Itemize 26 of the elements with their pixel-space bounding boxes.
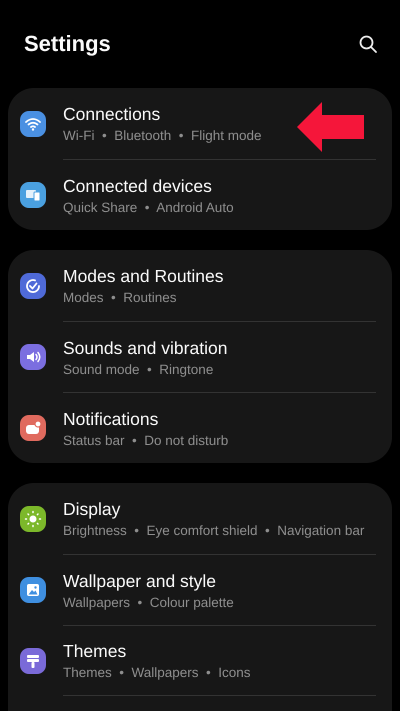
settings-item[interactable]: Wallpaper and style Wallpapers • Colour palette [20, 554, 376, 625]
settings-item[interactable]: Connections Wi-Fi • Bluetooth • Flight mode [20, 88, 376, 159]
item-subtitle: Quick Share • Android Auto [63, 200, 235, 214]
item-title: Sounds and vibration [63, 338, 228, 358]
item-subtitle: Themes • Wallpapers • Icons [63, 665, 252, 680]
item-title: Connected devices [63, 176, 213, 196]
item-title: Themes [63, 641, 128, 662]
item-subtitle: Status bar • Do not disturb [63, 432, 230, 448]
page-title: Settings [24, 31, 111, 57]
settings-item[interactable]: Display Brightness • Eye comfort shield • Navigation bar [20, 483, 376, 554]
settings-item[interactable]: Modes and Routines Modes • Routines [20, 250, 376, 321]
settings-item[interactable]: Connected devices Quick Share • Android Auto [20, 159, 376, 230]
item-title: Connections [63, 104, 162, 125]
item-subtitle: Sound mode • Ringtone [63, 362, 214, 376]
item-subtitle: Wallpapers • Colour palette [63, 594, 235, 610]
item-title: Display [63, 499, 122, 520]
item-title: Modes and Routines [63, 266, 225, 287]
search-icon[interactable] [358, 34, 378, 54]
item-title: Wallpaper and style [63, 570, 218, 592]
settings-item[interactable]: Sounds and vibration Sound mode • Ringtone [20, 321, 376, 392]
item-subtitle: Modes • Routines [63, 290, 178, 305]
item-title: Notifications [63, 408, 160, 430]
item-subtitle: Brightness • Eye comfort shield • Navigation bar [63, 523, 366, 538]
settings-item[interactable]: Notifications Status bar • Do not disturb [20, 392, 376, 463]
item-subtitle: Wi-Fi • Bluetooth • Flight mode [63, 128, 263, 143]
settings-item[interactable]: Themes Themes • Wallpapers • Icons [20, 625, 376, 696]
